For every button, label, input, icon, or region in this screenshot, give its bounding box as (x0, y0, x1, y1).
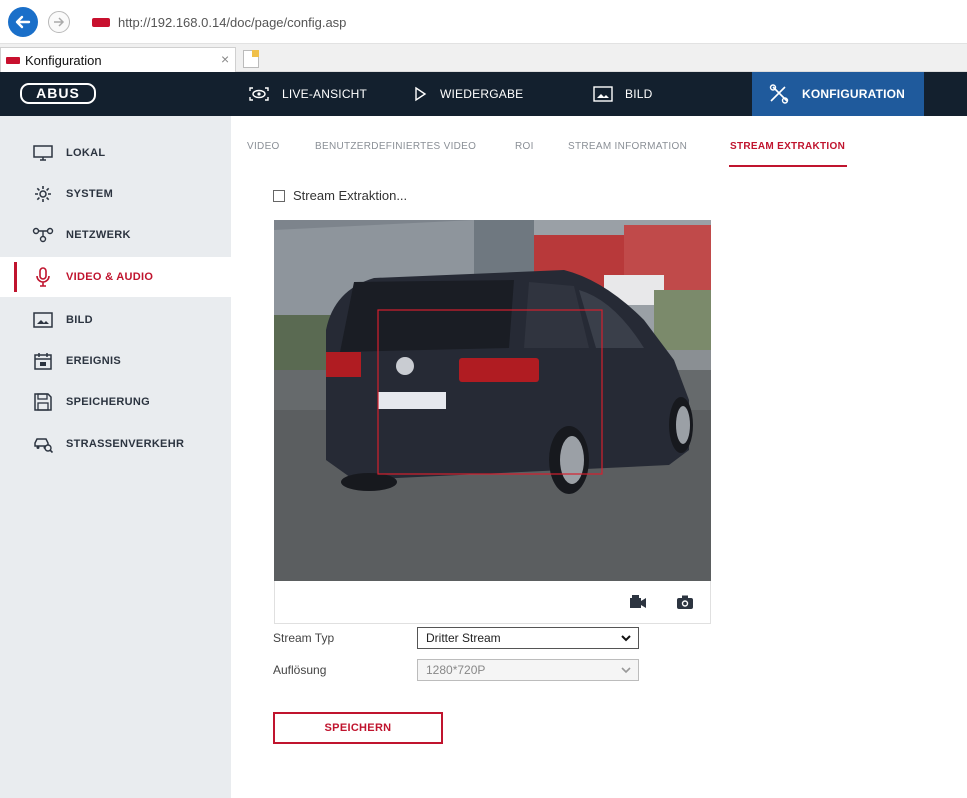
arrow-right-icon (54, 17, 65, 27)
image-icon (593, 86, 613, 102)
close-tab-icon[interactable]: × (221, 51, 229, 67)
back-button[interactable] (8, 7, 38, 37)
arrow-left-icon (15, 15, 31, 29)
tab-stream-extraction[interactable]: STREAM EXTRAKTION (730, 141, 845, 152)
sidebar-item-label: BILD (66, 314, 93, 326)
sidebar-item-label: SYSTEM (66, 188, 114, 200)
nav-configuration-label: KONFIGURATION (802, 87, 906, 101)
stream-type-value: Dritter Stream (426, 631, 501, 645)
nav-live-view[interactable]: LIVE-ANSICHT (248, 72, 367, 116)
top-navigation: ABUS LIVE-ANSICHT WIEDERGABE BILD KONFIG… (0, 72, 967, 116)
disk-icon (32, 393, 54, 411)
car-search-icon (32, 435, 54, 453)
stream-type-select[interactable]: Dritter Stream (417, 627, 639, 649)
eye-icon (248, 85, 270, 103)
sidebar-item-netzwerk[interactable]: NETZWERK (0, 215, 231, 255)
browser-tab[interactable]: Konfiguration × (0, 47, 236, 72)
sidebar-item-ereignis[interactable]: EREIGNIS (0, 341, 231, 381)
forward-button[interactable] (48, 11, 70, 33)
resolution-select[interactable]: 1280*720P (417, 659, 639, 681)
preview-toolbar (274, 581, 711, 624)
monitor-icon (32, 145, 54, 161)
stream-extraction-option[interactable]: Stream Extraktion... (273, 188, 407, 203)
gear-icon (32, 185, 54, 203)
nav-image[interactable]: BILD (593, 72, 652, 116)
url-field[interactable]: http://192.168.0.14/doc/page/config.asp (80, 14, 960, 32)
new-tab-icon[interactable] (243, 50, 259, 68)
nav-configuration[interactable]: KONFIGURATION (752, 72, 924, 116)
calendar-icon (32, 352, 54, 370)
stream-extraction-label: Stream Extraktion... (293, 188, 408, 203)
sidebar-item-strassenverkehr[interactable]: STRAßENVERKEHR (0, 424, 231, 464)
nav-playback[interactable]: WIEDERGABE (412, 72, 523, 116)
sidebar-item-label: SPEICHERUNG (66, 396, 150, 408)
nav-image-label: BILD (625, 87, 653, 101)
tab-title: Konfiguration (25, 53, 102, 68)
tab-roi[interactable]: ROI (515, 141, 534, 152)
nav-playback-label: WIEDERGABE (440, 87, 524, 101)
play-icon (412, 86, 428, 102)
tab-favicon (6, 57, 20, 64)
url-text: http://192.168.0.14/doc/page/config.asp (118, 15, 347, 30)
tab-video[interactable]: VIDEO (247, 141, 280, 152)
stream-type-label: Stream Typ (273, 631, 335, 645)
resolution-value: 1280*720P (426, 663, 486, 677)
record-icon[interactable] (629, 595, 647, 614)
sidebar-item-lokal[interactable]: LOKAL (0, 133, 231, 173)
sidebar: LOKAL SYSTEM NETZWERK VIDEO & AUDIO BILD… (0, 116, 231, 798)
sidebar-item-label: STRAßENVERKEHR (66, 438, 185, 450)
sidebar-item-label: EREIGNIS (66, 355, 121, 367)
image-icon (32, 312, 54, 328)
camera-icon[interactable] (676, 595, 694, 615)
tools-icon (768, 84, 790, 104)
sidebar-item-label: VIDEO & AUDIO (66, 271, 154, 283)
video-preview[interactable] (274, 220, 711, 581)
camera-frame-image (274, 220, 711, 581)
browser-address-bar: http://192.168.0.14/doc/page/config.asp (0, 0, 967, 44)
sidebar-item-label: LOKAL (66, 147, 106, 159)
nav-live-label: LIVE-ANSICHT (282, 87, 368, 101)
site-favicon (92, 18, 110, 27)
sidebar-item-video-audio[interactable]: VIDEO & AUDIO (0, 257, 231, 297)
sidebar-item-speicherung[interactable]: SPEICHERUNG (0, 382, 231, 422)
active-tab-indicator (729, 165, 847, 167)
stream-extraction-checkbox[interactable] (273, 189, 285, 202)
sidebar-item-label: NETZWERK (66, 229, 131, 241)
chevron-down-icon (621, 667, 631, 674)
tab-custom-video[interactable]: BENUTZERDEFINIERTES VIDEO (315, 141, 476, 152)
resolution-label: Auflösung (273, 663, 327, 677)
microphone-icon (32, 267, 54, 287)
browser-tab-strip: Konfiguration × (0, 44, 967, 72)
network-icon (32, 227, 54, 243)
chevron-down-icon (621, 635, 631, 642)
save-button[interactable]: SPEICHERN (273, 712, 443, 744)
tab-stream-information[interactable]: STREAM INFORMATION (568, 141, 687, 152)
abus-logo: ABUS (20, 83, 96, 104)
sidebar-item-bild[interactable]: BILD (0, 300, 231, 340)
sidebar-item-system[interactable]: SYSTEM (0, 174, 231, 214)
